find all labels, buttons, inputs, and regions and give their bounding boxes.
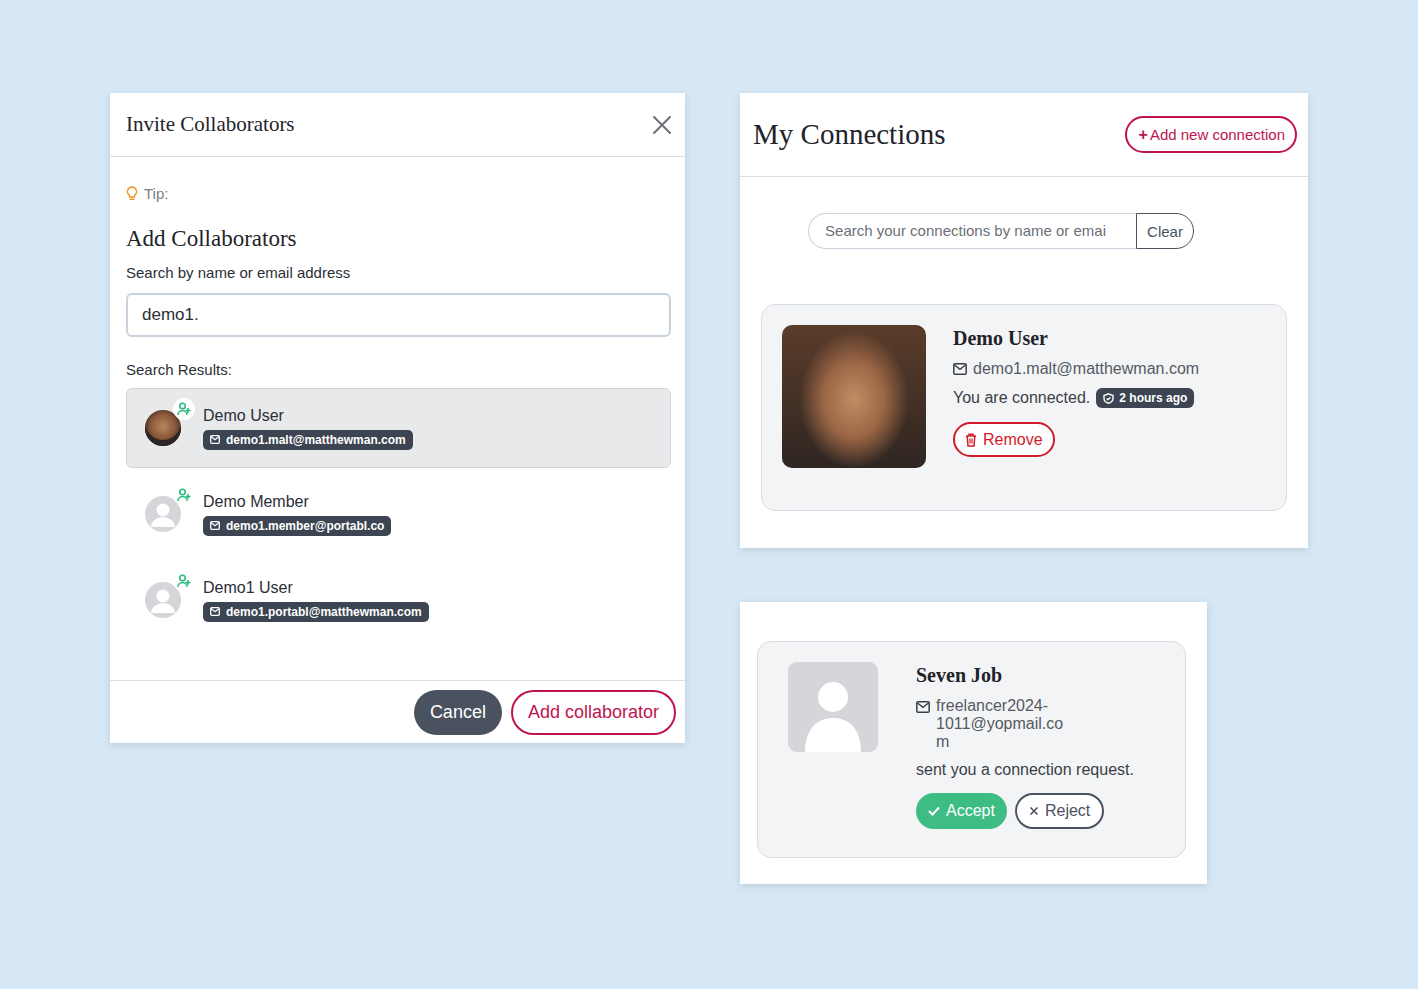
connections-panel: My Connections +Add new connection Search …: [740, 93, 1308, 548]
add-user-badge: [173, 398, 195, 420]
add-user-badge: [173, 570, 195, 592]
connections-search-input[interactable]: Search your connections by name or emai: [808, 213, 1136, 249]
connection-email: demo1.malt@matthewman.com: [953, 360, 1199, 378]
mail-icon: [916, 701, 930, 713]
section-heading: Add Collaborators: [126, 226, 671, 252]
email-text: demo1.portabl@matthewman.com: [226, 605, 422, 619]
result-info: Demo Member demo1.member@portabl.co: [203, 493, 391, 536]
close-icon[interactable]: [651, 114, 673, 136]
mail-icon: [210, 607, 220, 616]
connections-title: My Connections: [753, 118, 946, 151]
avatar: [145, 410, 181, 446]
shield-icon: [1103, 393, 1114, 404]
mail-icon: [210, 521, 220, 530]
search-input[interactable]: demo1.: [126, 293, 671, 337]
email-text: demo1.malt@matthewman.com: [226, 433, 406, 447]
accept-label: Accept: [946, 802, 995, 820]
reject-button[interactable]: Reject: [1015, 793, 1104, 829]
connections-header: My Connections +Add new connection: [740, 93, 1308, 177]
remove-label: Remove: [983, 431, 1043, 449]
clear-button[interactable]: Clear: [1136, 213, 1194, 249]
time-badge: 2 hours ago: [1096, 388, 1194, 408]
trash-icon: [965, 433, 977, 447]
dialog-body: Tip: Add Collaborators Search by name or e…: [110, 157, 685, 680]
result-row[interactable]: Demo1 User demo1.portabl@matthewman.com: [126, 560, 671, 640]
add-user-badge: [173, 484, 195, 506]
connection-card: Demo User demo1.malt@matthewman.com You ar…: [761, 304, 1287, 511]
email-badge: demo1.malt@matthewman.com: [203, 430, 413, 450]
invite-dialog: Invite Collaborators Tip: Add Collaborator…: [110, 93, 685, 743]
connections-search: Search your connections by name or emaiC…: [715, 213, 1287, 249]
remove-button[interactable]: Remove: [953, 422, 1055, 457]
x-icon: [1029, 806, 1039, 816]
request-actions: Accept Reject: [916, 793, 1134, 829]
connection-status: You are connected. 2 hours ago: [953, 388, 1199, 408]
result-info: Demo User demo1.malt@matthewman.com: [203, 407, 413, 450]
mail-icon: [953, 363, 967, 375]
requester-name: Seven Job: [916, 664, 1134, 687]
request-info: Seven Job freelancer2024-1011@yopmail.com…: [916, 662, 1134, 829]
dialog-header: Invite Collaborators: [110, 93, 685, 157]
request-panel: Seven Job freelancer2024-1011@yopmail.com…: [740, 602, 1207, 884]
dialog-footer: CancelAdd collaborator: [110, 680, 685, 743]
cancel-button[interactable]: Cancel: [414, 690, 502, 735]
plus-icon: +: [1139, 126, 1148, 144]
mail-icon: [210, 435, 220, 444]
add-collaborator-button[interactable]: Add collaborator: [511, 690, 676, 735]
status-text: You are connected.: [953, 389, 1090, 407]
reject-label: Reject: [1045, 802, 1090, 820]
email-badge: demo1.member@portabl.co: [203, 516, 391, 536]
result-name: Demo Member: [203, 493, 391, 511]
dialog-title: Invite Collaborators: [126, 112, 295, 137]
connection-info: Demo User demo1.malt@matthewman.com You ar…: [953, 325, 1199, 468]
results-list: Demo User demo1.malt@matthewman.com Demo M…: [126, 388, 671, 640]
search-label: Search by name or email address: [126, 264, 671, 281]
email-badge: demo1.portabl@matthewman.com: [203, 602, 429, 622]
email-text: demo1.malt@matthewman.com: [973, 360, 1199, 378]
accept-button[interactable]: Accept: [916, 793, 1007, 829]
tip: Tip:: [126, 185, 671, 202]
email-text: demo1.member@portabl.co: [226, 519, 384, 533]
tip-label: Tip:: [144, 185, 168, 202]
request-card: Seven Job freelancer2024-1011@yopmail.com…: [757, 641, 1186, 858]
requester-email: freelancer2024-1011@yopmail.com: [916, 697, 1076, 751]
result-info: Demo1 User demo1.portabl@matthewman.com: [203, 579, 429, 622]
user-plus-icon: [177, 488, 191, 502]
bulb-icon: [126, 186, 138, 201]
add-connection-label: Add new connection: [1150, 126, 1285, 143]
avatar: [145, 496, 181, 532]
request-message: sent you a connection request.: [916, 761, 1134, 779]
check-icon: [928, 806, 940, 816]
avatar-placeholder-icon: [788, 662, 878, 752]
email-text: freelancer2024-1011@yopmail.com: [936, 697, 1076, 751]
user-plus-icon: [177, 574, 191, 588]
connections-body: Search your connections by name or emaiC…: [740, 177, 1308, 548]
avatar: [145, 582, 181, 618]
result-name: Demo User: [203, 407, 413, 425]
time-text: 2 hours ago: [1119, 391, 1187, 405]
result-name: Demo1 User: [203, 579, 429, 597]
canvas: Invite Collaborators Tip: Add Collaborator…: [0, 0, 1418, 989]
results-label: Search Results:: [126, 361, 671, 378]
connection-name: Demo User: [953, 327, 1199, 350]
result-row[interactable]: Demo User demo1.malt@matthewman.com: [126, 388, 671, 468]
add-connection-button[interactable]: +Add new connection: [1125, 116, 1297, 153]
user-plus-icon: [177, 402, 191, 416]
profile-photo: [782, 325, 926, 468]
result-row[interactable]: Demo Member demo1.member@portabl.co: [126, 474, 671, 554]
